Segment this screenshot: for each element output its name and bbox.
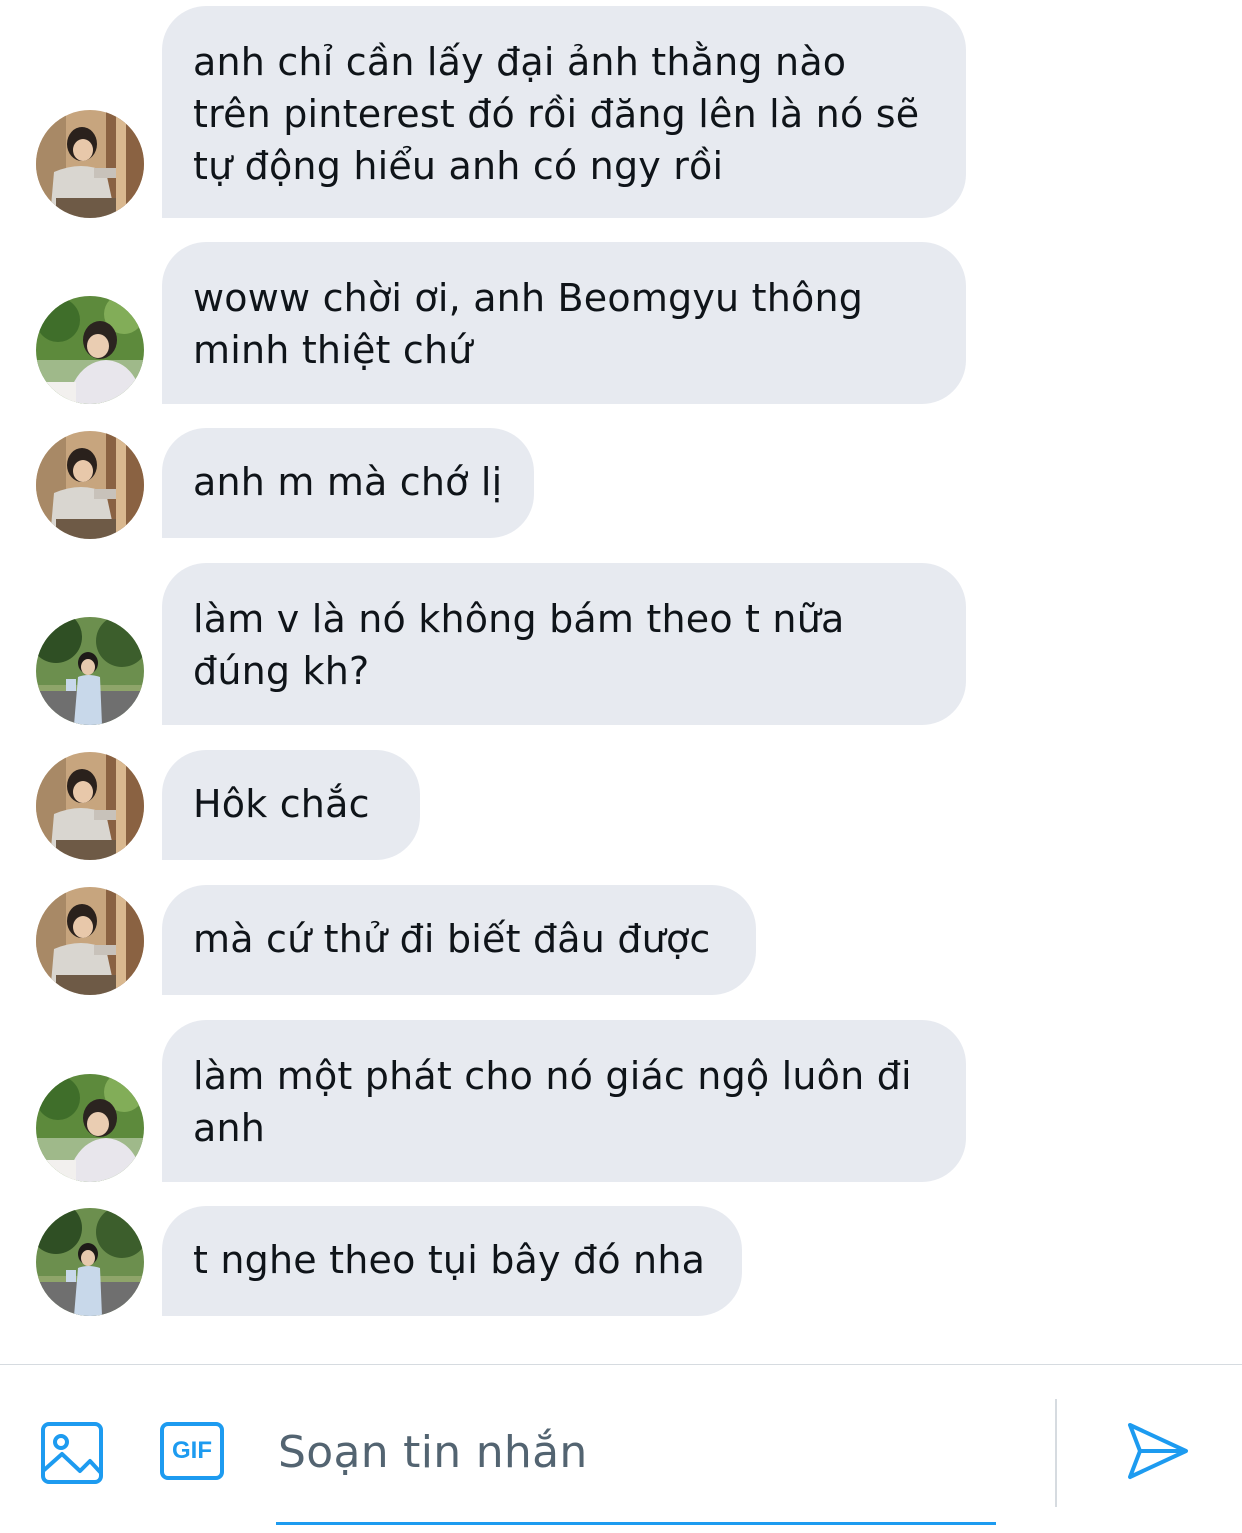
avatar[interactable] [36, 296, 144, 404]
message-bubble: anh chỉ cần lấy đại ảnh thằng nào trên p… [162, 6, 966, 218]
message-row: anh m mà chớ lị [0, 428, 1242, 539]
message-bubble: t nghe theo tụi bây đó nha [162, 1206, 742, 1316]
dm-conversation: anh chỉ cần lấy đại ảnh thằng nào trên p… [0, 0, 1242, 1533]
image-icon[interactable] [40, 1421, 104, 1485]
gif-button[interactable]: GIF [159, 1421, 225, 1481]
avatar[interactable] [36, 110, 144, 218]
avatar[interactable] [36, 1074, 144, 1182]
gif-label: GIF [172, 1437, 212, 1464]
message-row: anh chỉ cần lấy đại ảnh thằng nào trên p… [0, 6, 1242, 218]
message-input-placeholder: Soạn tin nhắn [278, 1427, 588, 1478]
message-input[interactable]: Soạn tin nhắn [276, 1417, 996, 1525]
avatar[interactable] [36, 752, 144, 860]
message-bubble: Hôk chắc [162, 750, 420, 860]
composer-bar: GIF Soạn tin nhắn [0, 1364, 1242, 1533]
message-row: Hôk chắc [0, 750, 1242, 860]
avatar[interactable] [36, 431, 144, 539]
message-row: làm một phát cho nó giác ngộ luôn đi anh [0, 1020, 1242, 1182]
message-row: làm v là nó không bám theo t nữa đúng kh… [0, 563, 1242, 725]
message-bubble: làm một phát cho nó giác ngộ luôn đi anh [162, 1020, 966, 1182]
message-row: woww chời ơi, anh Beomgyu thông minh thi… [0, 242, 1242, 404]
send-icon[interactable] [1126, 1419, 1190, 1483]
message-bubble: mà cứ thử đi biết đâu được [162, 885, 756, 995]
avatar[interactable] [36, 617, 144, 725]
message-bubble: woww chời ơi, anh Beomgyu thông minh thi… [162, 242, 966, 404]
avatar[interactable] [36, 1208, 144, 1316]
message-list: anh chỉ cần lấy đại ảnh thằng nào trên p… [0, 0, 1242, 1364]
message-bubble: làm v là nó không bám theo t nữa đúng kh… [162, 563, 966, 725]
avatar[interactable] [36, 887, 144, 995]
message-bubble: anh m mà chớ lị [162, 428, 534, 538]
message-row: mà cứ thử đi biết đâu được [0, 885, 1242, 995]
divider [1055, 1399, 1057, 1507]
message-row: t nghe theo tụi bây đó nha [0, 1206, 1242, 1316]
